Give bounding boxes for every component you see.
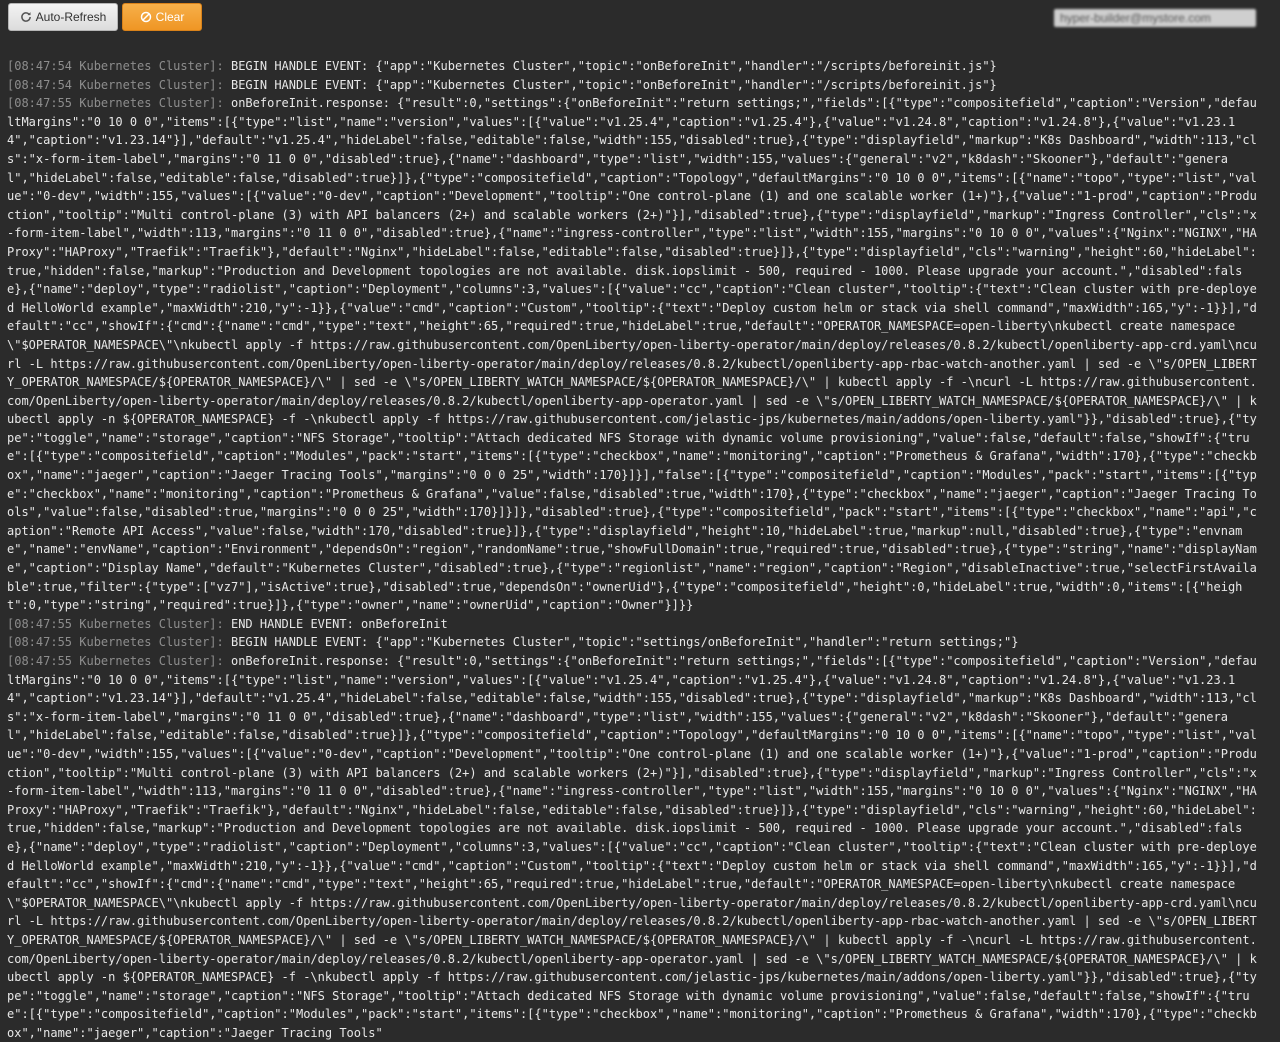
log-message: BEGIN HANDLE EVENT: {"app":"Kubernetes C… bbox=[223, 59, 997, 73]
log-message: onBeforeInit.response: {"result":0,"sett… bbox=[7, 654, 1257, 1040]
log-entry: [08:47:55 Kubernetes Cluster]: onBeforeI… bbox=[7, 652, 1259, 1042]
user-account-badge[interactable]: hyper-builder@mystore.com bbox=[1054, 9, 1256, 27]
log-timestamp: [08:47:55 Kubernetes Cluster]: bbox=[7, 616, 224, 631]
log-message: onBeforeInit.response: {"result":0,"sett… bbox=[7, 96, 1257, 613]
log-entry: [08:47:54 Kubernetes Cluster]: BEGIN HAN… bbox=[7, 57, 1259, 76]
log-timestamp: [08:47:55 Kubernetes Cluster]: bbox=[7, 654, 224, 668]
log-timestamp: [08:47:54 Kubernetes Cluster]: bbox=[7, 77, 224, 92]
log-timestamp: [08:47:55 Kubernetes Cluster]: bbox=[7, 635, 224, 650]
log-output: [08:47:54 Kubernetes Cluster]: BEGIN HAN… bbox=[7, 57, 1259, 1042]
toolbar: Auto-Refresh Clear hyper-builder@mystore… bbox=[0, 0, 1280, 36]
auto-refresh-label: Auto-Refresh bbox=[35, 10, 107, 24]
log-message: END HANDLE EVENT: onBeforeInit bbox=[223, 616, 448, 631]
log-entry: [08:47:54 Kubernetes Cluster]: BEGIN HAN… bbox=[7, 76, 1259, 95]
clear-label: Clear bbox=[155, 10, 185, 24]
log-message: BEGIN HANDLE EVENT: {"app":"Kubernetes C… bbox=[223, 77, 997, 92]
log-timestamp: [08:47:54 Kubernetes Cluster]: bbox=[7, 59, 224, 73]
log-entry: [08:47:55 Kubernetes Cluster]: onBeforeI… bbox=[7, 94, 1259, 615]
log-message: BEGIN HANDLE EVENT: {"app":"Kubernetes C… bbox=[223, 635, 1019, 650]
refresh-icon bbox=[20, 12, 31, 22]
log-scrollbar[interactable] bbox=[1266, 36, 1280, 1024]
log-entry: [08:47:55 Kubernetes Cluster]: BEGIN HAN… bbox=[7, 633, 1259, 652]
clear-button[interactable]: Clear bbox=[122, 3, 202, 31]
log-entry: [08:47:55 Kubernetes Cluster]: END HANDL… bbox=[7, 615, 1259, 634]
log-timestamp: [08:47:55 Kubernetes Cluster]: bbox=[7, 96, 224, 111]
ban-icon bbox=[140, 11, 151, 23]
auto-refresh-button[interactable]: Auto-Refresh bbox=[8, 3, 118, 31]
